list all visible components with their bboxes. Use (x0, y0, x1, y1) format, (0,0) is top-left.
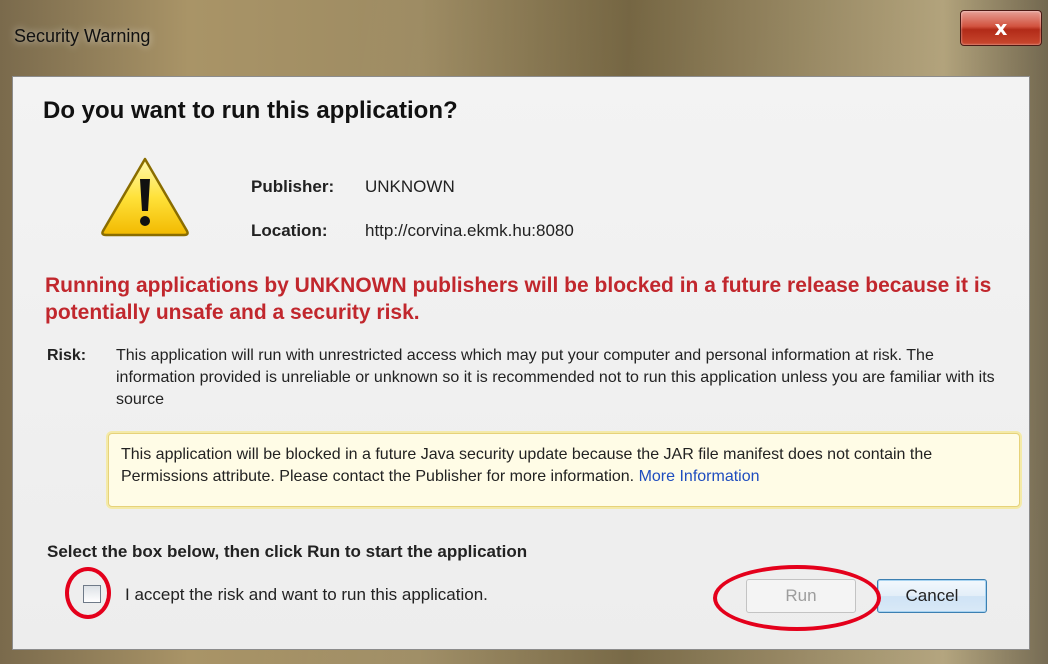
publisher-value: UNKNOWN (365, 177, 455, 196)
location-value: http://corvina.ekmk.hu:8080 (365, 221, 574, 240)
select-instruction: Select the box below, then click Run to … (47, 542, 528, 561)
title-bar: Security Warning x (0, 0, 1048, 74)
blocked-warning-message: Running applications by UNKNOWN publishe… (45, 274, 992, 324)
close-icon: x (994, 16, 1008, 40)
window-title: Security Warning (14, 26, 151, 46)
location-row: Location: http://corvina.ekmk.hu:8080 (251, 221, 574, 241)
dialog-heading: Do you want to run this application? (43, 97, 458, 124)
dialog-body: Do you want to run this application? Pub… (12, 76, 1030, 650)
risk-label: Risk: (47, 347, 87, 364)
run-button-highlight-circle (713, 565, 881, 631)
close-button[interactable]: x (960, 10, 1042, 46)
checkbox-highlight-circle (65, 567, 111, 619)
security-warning-window: Security Warning x Do you want to run th… (0, 0, 1048, 664)
location-label: Location: (251, 221, 328, 240)
cancel-button[interactable]: Cancel (877, 579, 987, 613)
risk-description: This application will run with unrestric… (116, 347, 995, 408)
notice-text: This application will be blocked in a fu… (121, 446, 933, 485)
publisher-row: Publisher: UNKNOWN (251, 177, 455, 197)
more-information-link[interactable]: More Information (639, 468, 760, 485)
publisher-label: Publisher: (251, 177, 335, 196)
warning-triangle-icon (101, 157, 189, 237)
accept-risk-label[interactable]: I accept the risk and want to run this a… (125, 585, 488, 605)
java-notice-box: This application will be blocked in a fu… (108, 433, 1020, 507)
